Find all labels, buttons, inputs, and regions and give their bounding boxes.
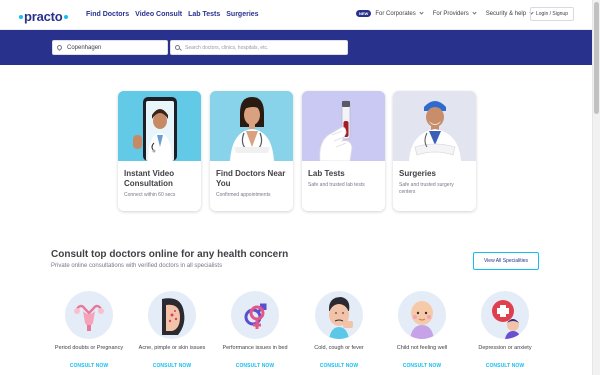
consult-now-link[interactable]: CONSULT NOW [220,363,290,369]
nav-video-consult[interactable]: Video Consult [135,11,182,18]
uterus-icon [65,291,113,339]
specialities-title: Consult top doctors online for any healt… [51,249,289,260]
consult-now-link[interactable]: CONSULT NOW [304,363,374,369]
specialities-subtitle: Private online consultations with verifi… [51,263,223,269]
for-corporates-label: For Corporates [375,10,416,17]
consult-now-link[interactable]: CONSULT NOW [470,363,540,369]
logo-text: practo [24,9,63,24]
sick-face-icon [315,291,363,339]
login-signup-button[interactable]: Login / Signup [530,7,574,21]
speciality-label: Child not feeling well [396,345,448,351]
lab-tests-image [302,91,385,161]
service-title: Lab Tests [308,169,345,178]
surgeries-image [393,91,476,161]
service-subtitle: Confirmed appointments [216,192,271,198]
gender-symbols-icon [231,291,279,339]
speciality-label: Performance issues in bed [222,345,288,351]
consult-now-link[interactable]: CONSULT NOW [54,363,124,369]
chevron-down-icon [472,10,477,15]
new-badge: NEW [356,10,372,17]
search-icon [175,45,180,50]
speciality-item[interactable]: Acne, pimple or skin issues CONSULT NOW [137,291,207,369]
service-subtitle: Safe and trusted lab tests [308,182,365,188]
chevron-down-icon [419,10,424,15]
logo-dot-icon [63,14,68,19]
nav-find-doctors[interactable]: Find Doctors [86,11,129,18]
secondary-nav: NEW For Corporates For Providers Securit… [356,10,543,17]
speciality-item[interactable]: Period doubts or Pregnancy CONSULT NOW [54,291,124,369]
search-placeholder: Search doctors, clinics, hospitals, etc. [185,44,269,51]
search-input[interactable]: Search doctors, clinics, hospitals, etc. [170,40,348,55]
location-input[interactable]: Copenhagen [52,40,168,55]
speciality-item[interactable]: Child not feeling well CONSULT NOW [387,291,457,369]
video-consult-image [118,91,201,161]
main-nav: Find Doctors Video Consult Lab Tests Sur… [86,11,259,18]
practo-logo[interactable]: practo [18,9,69,24]
speciality-label: Depression or anxiety [478,345,532,351]
service-card-find-doctors[interactable]: Find Doctors Near You Confirmed appointm… [210,91,293,211]
location-value: Copenhagen [67,44,102,51]
location-pin-icon [55,43,64,52]
service-card-surgeries[interactable]: Surgeries Safe and trusted surgery cente… [393,91,476,211]
logo-dot-icon [19,14,23,19]
nav-lab-tests[interactable]: Lab Tests [188,11,220,18]
service-title: Instant Video Consultation [124,169,175,188]
speciality-item[interactable]: Depression or anxiety CONSULT NOW [470,291,540,369]
baby-icon [398,291,446,339]
view-all-specialities-button[interactable]: View All Specialities [473,252,539,270]
service-card-video-consult[interactable]: Instant Video Consultation Connect withi… [118,91,201,211]
for-providers-label: For Providers [432,10,469,17]
scrollbar-thumb[interactable] [594,2,599,114]
acne-face-icon [148,291,196,339]
service-card-lab-tests[interactable]: Lab Tests Safe and trusted lab tests [302,91,385,211]
speciality-label: Acne, pimple or skin issues [138,345,206,351]
service-title: Surgeries [399,169,436,178]
service-title: Find Doctors Near You [216,169,286,188]
speciality-item[interactable]: Performance issues in bed CONSULT NOW [220,291,290,369]
consult-now-link[interactable]: CONSULT NOW [137,363,207,369]
mental-health-icon [481,291,529,339]
security-help-label: Security & help [485,10,527,17]
consult-now-link[interactable]: CONSULT NOW [387,363,457,369]
security-help-dropdown[interactable]: Security & help [485,10,534,17]
for-corporates-dropdown[interactable]: For Corporates [375,10,424,17]
service-subtitle: Connect within 60 secs [124,192,176,198]
nav-surgeries[interactable]: Surgeries [226,11,258,18]
find-doctors-image [210,91,293,161]
speciality-label: Period doubts or Pregnancy [54,345,124,351]
page-scrollbar[interactable] [592,0,600,375]
speciality-label: Cold, cough or fever [314,345,364,351]
for-providers-dropdown[interactable]: For Providers [432,10,477,17]
top-header: practo Find Doctors Video Consult Lab Te… [0,0,592,30]
speciality-item[interactable]: Cold, cough or fever CONSULT NOW [304,291,374,369]
service-subtitle: Safe and trusted surgery centers [399,182,454,195]
